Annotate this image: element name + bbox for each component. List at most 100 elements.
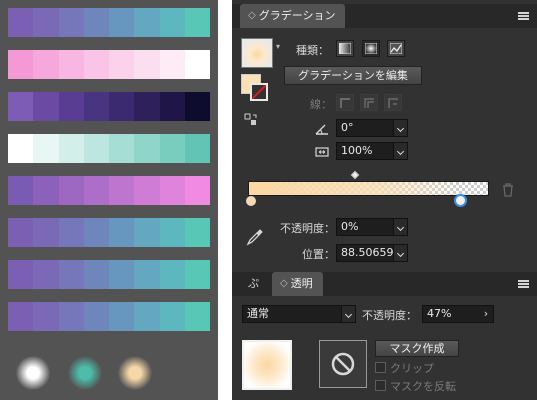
swatch-cell[interactable] [159, 92, 185, 121]
swatch-cell[interactable] [8, 8, 34, 37]
tab-transparency[interactable]: ◇ 透明 [272, 272, 323, 296]
swatch-cell[interactable] [184, 302, 210, 331]
swatch-cell[interactable] [109, 176, 135, 205]
aspect-ratio-dropdown-icon[interactable] [393, 143, 407, 159]
swatch-cell[interactable] [134, 218, 160, 247]
swatch-cell[interactable] [33, 176, 59, 205]
stroke-within-button[interactable] [336, 94, 354, 111]
swatch-cell[interactable] [159, 134, 185, 163]
blend-mode-select[interactable]: 通常 [242, 305, 356, 323]
swatch-cell[interactable] [109, 260, 135, 289]
swatch-cell[interactable] [8, 50, 34, 79]
stop-opacity-dropdown-icon[interactable] [393, 219, 407, 235]
transparency-opacity-field[interactable]: 47% › [422, 305, 494, 323]
swatch-cell[interactable] [58, 302, 84, 331]
swatch-cell[interactable] [109, 92, 135, 121]
swatch-cell[interactable] [8, 218, 34, 247]
swatch-cell[interactable] [134, 8, 160, 37]
swatch-cell[interactable] [134, 302, 160, 331]
swatch-cell[interactable] [83, 218, 109, 247]
mask-thumbnail[interactable] [319, 340, 367, 388]
swatch-cell[interactable] [33, 134, 59, 163]
swatch-cell[interactable] [184, 260, 210, 289]
swatch-cell[interactable] [159, 302, 185, 331]
swatch-cell[interactable] [8, 176, 34, 205]
swatch-cell[interactable] [83, 260, 109, 289]
transparency-menu-icon[interactable] [518, 280, 529, 288]
swatch-cell[interactable] [83, 92, 109, 121]
reverse-gradient-icon[interactable] [244, 112, 258, 126]
swatch-cell[interactable] [184, 176, 210, 205]
swatch-cell[interactable] [83, 176, 109, 205]
blend-mode-dropdown-icon[interactable] [341, 306, 355, 322]
preview-dropdown-icon[interactable]: ▾ [276, 42, 280, 51]
panel-menu-icon[interactable] [518, 12, 529, 20]
gradient-slider[interactable] [248, 181, 489, 196]
location-field[interactable]: 88.50659 [336, 244, 408, 262]
swatch-cell[interactable] [58, 260, 84, 289]
swatch-cell[interactable] [109, 8, 135, 37]
radial-gradient-button[interactable] [362, 40, 380, 57]
swatch-cell[interactable] [109, 302, 135, 331]
clip-checkbox[interactable] [375, 362, 386, 373]
swatch-cell[interactable] [33, 302, 59, 331]
tab-transparency-collapse-icon[interactable]: ◇ [280, 272, 288, 296]
linear-gradient-button[interactable] [336, 40, 354, 57]
make-mask-button[interactable]: マスク作成 [375, 340, 459, 357]
swatch-cell[interactable] [8, 134, 34, 163]
swatch-cell[interactable] [8, 260, 34, 289]
swatch-cell[interactable] [184, 92, 210, 121]
swatch-cell[interactable] [58, 8, 84, 37]
swatch-cell[interactable] [33, 92, 59, 121]
swatch-cell[interactable] [109, 134, 135, 163]
trash-icon[interactable] [502, 182, 514, 197]
stroke-along-button[interactable] [360, 94, 378, 111]
angle-dropdown-icon[interactable] [393, 120, 407, 136]
color-stop-start[interactable] [246, 196, 256, 206]
swatch-cell[interactable] [159, 176, 185, 205]
edit-gradient-button[interactable]: グラデーションを編集 [284, 66, 422, 85]
swatch-cell[interactable] [83, 134, 109, 163]
object-thumbnail[interactable] [242, 340, 292, 390]
tab-pathfinder[interactable]: ぷ [240, 272, 269, 296]
color-stop-end[interactable] [454, 194, 467, 207]
swatch-cell[interactable] [83, 302, 109, 331]
tab-gradient[interactable]: ◇ グラデーション [240, 4, 346, 28]
gradient-preview-swatch[interactable] [241, 38, 273, 68]
swatch-cell[interactable] [33, 218, 59, 247]
aspect-ratio-field[interactable]: 100% [336, 142, 408, 160]
swatch-cell[interactable] [58, 176, 84, 205]
stop-opacity-field[interactable]: 0% [336, 218, 408, 236]
swatch-cell[interactable] [184, 50, 210, 79]
tab-collapse-icon[interactable]: ◇ [248, 4, 256, 28]
swatch-cell[interactable] [58, 92, 84, 121]
swatch-cell[interactable] [134, 176, 160, 205]
swatch-cell[interactable] [159, 260, 185, 289]
swatch-cell[interactable] [184, 218, 210, 247]
swatch-cell[interactable] [159, 218, 185, 247]
swatch-cell[interactable] [33, 50, 59, 79]
invert-mask-checkbox[interactable] [375, 380, 386, 391]
radial-gradient-swatch[interactable] [16, 356, 50, 390]
location-dropdown-icon[interactable] [393, 245, 407, 261]
swatch-cell[interactable] [8, 92, 34, 121]
freeform-gradient-button[interactable] [387, 40, 405, 57]
swatch-cell[interactable] [159, 8, 185, 37]
swatch-cell[interactable] [58, 218, 84, 247]
swatch-cell[interactable] [134, 260, 160, 289]
stroke-across-button[interactable] [384, 94, 402, 111]
swatch-cell[interactable] [58, 134, 84, 163]
swatch-cell[interactable] [58, 50, 84, 79]
swatch-cell[interactable] [134, 92, 160, 121]
swatch-cell[interactable] [109, 50, 135, 79]
radial-gradient-swatch[interactable] [68, 356, 102, 390]
stroke-box[interactable] [250, 83, 268, 101]
swatch-cell[interactable] [33, 260, 59, 289]
swatch-cell[interactable] [134, 50, 160, 79]
angle-field[interactable]: 0° [336, 119, 408, 137]
midpoint-diamond[interactable] [350, 170, 360, 180]
eyedropper-icon[interactable] [246, 228, 264, 246]
opacity-increase-icon[interactable]: › [479, 306, 493, 322]
swatch-cell[interactable] [83, 8, 109, 37]
swatch-cell[interactable] [8, 302, 34, 331]
